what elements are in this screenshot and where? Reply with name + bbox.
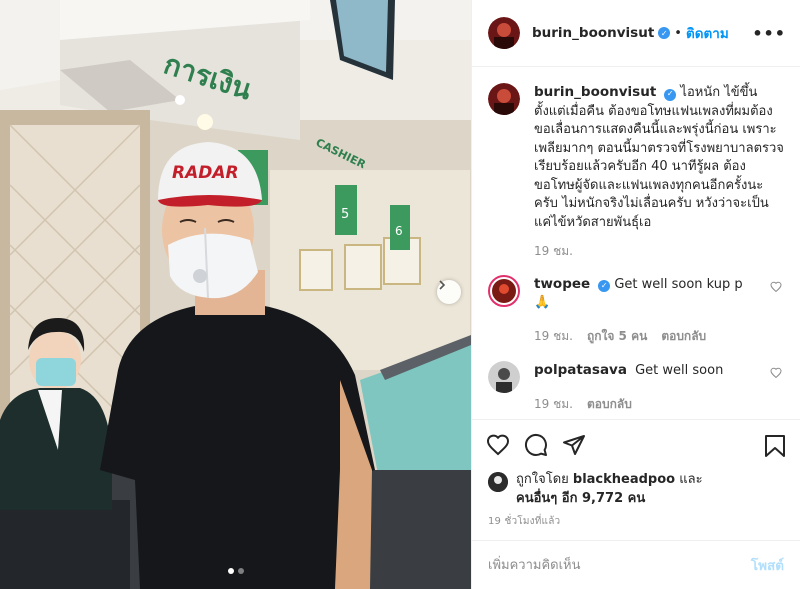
comment-text: Get well soon: [635, 363, 724, 379]
liker-username[interactable]: blackheadpoo: [573, 472, 675, 487]
counter-number: 6: [395, 224, 403, 238]
avatar-image: [488, 17, 520, 50]
comment-time[interactable]: 19 ชม.: [534, 395, 573, 414]
heart-icon[interactable]: [770, 281, 782, 293]
comment-input[interactable]: เพิ่มความคิดเห็น: [488, 554, 581, 575]
comment-username[interactable]: twopee: [534, 276, 590, 292]
avatar[interactable]: [488, 274, 520, 307]
reply-button[interactable]: ตอบกลับ: [587, 395, 632, 414]
carousel-next-button[interactable]: [437, 280, 461, 304]
comment-emoji: 🙏: [534, 295, 551, 311]
comment-meta: 19 ชม. ถูกใจ 5 คน ตอบกลับ: [534, 327, 784, 346]
post-side-panel: burin_boonvisut ✓ • ติดตาม ••• burin_boo: [471, 0, 800, 589]
bookmark-icon: [765, 434, 785, 457]
caption-time[interactable]: 19 ชม.: [534, 242, 573, 261]
post-comment-button[interactable]: โพสต์: [751, 554, 784, 576]
comments-list[interactable]: burin_boonvisut ✓ ไอหนัก ไข้ขึ้นตั้งแต่เม…: [472, 67, 800, 418]
carousel-dot: [237, 568, 244, 574]
follow-button[interactable]: ติดตาม: [686, 22, 729, 44]
post-timestamp[interactable]: 19 ชั่วโมงที่แล้ว: [472, 514, 800, 540]
avatar[interactable]: [488, 83, 520, 116]
likes-summary: ถูกใจโดย blackheadpoo และ คนอื่นๆ อีก 9,…: [472, 470, 800, 514]
caption-meta: 19 ชม.: [534, 242, 784, 261]
comment-username[interactable]: polpatasava: [534, 362, 627, 378]
avatar-image: [488, 472, 508, 493]
likes-others-link[interactable]: คนอื่นๆ อีก 9,772 คน: [516, 491, 645, 506]
heart-icon: [486, 434, 510, 456]
avatar[interactable]: [488, 17, 520, 50]
comment-text: Get well soon kup p: [614, 276, 743, 292]
comment-likes[interactable]: ถูกใจ 5 คน: [587, 327, 647, 346]
avatar-image: [492, 278, 516, 303]
share-icon: [563, 435, 585, 455]
verified-icon: ✓: [598, 280, 611, 293]
save-button[interactable]: [764, 434, 786, 462]
like-button[interactable]: [486, 433, 510, 457]
avatar[interactable]: [488, 472, 508, 493]
comment-item: twopee ✓ Get well soon kup p 🙏 19 ชม. ถูก…: [488, 274, 784, 346]
avatar[interactable]: [488, 361, 520, 394]
counter-number: 5: [341, 207, 349, 222]
avatar-image: [488, 361, 520, 394]
chevron-right-icon: [439, 280, 446, 290]
reply-button[interactable]: ตอบกลับ: [661, 327, 706, 346]
photo-illustration: การเงิน CASHIER 4 5 6: [0, 0, 471, 589]
caption-text: ไอหนัก ไข้ขึ้นตั้งแต่เมื่อคืน ต้องขอโทษแ…: [534, 85, 784, 230]
cap-logo-text: RADAR: [172, 163, 239, 183]
carousel-dot-active: [227, 568, 234, 574]
carousel-indicator: [0, 568, 471, 574]
likes-prefix: ถูกใจโดย: [516, 472, 569, 488]
comment-item: polpatasava Get well soon 19 ชม. ตอบกลับ: [488, 361, 784, 413]
likes-and: และ: [679, 472, 703, 488]
share-button[interactable]: [562, 433, 586, 457]
verified-icon: ✓: [658, 27, 671, 40]
comment-button[interactable]: [524, 433, 548, 457]
avatar-image: [488, 83, 520, 116]
post-header: burin_boonvisut ✓ • ติดตาม •••: [472, 0, 800, 68]
comment-meta: 19 ชม. ตอบกลับ: [534, 395, 784, 414]
more-icon[interactable]: •••: [752, 24, 786, 43]
comment-icon: [524, 433, 547, 456]
instagram-post-view: การเงิน CASHIER 4 5 6: [0, 0, 800, 589]
action-bar: [472, 418, 800, 470]
caption: burin_boonvisut ✓ ไอหนัก ไข้ขึ้นตั้งแต่เม…: [488, 83, 784, 261]
comment-time[interactable]: 19 ชม.: [534, 327, 573, 346]
separator-dot: •: [674, 25, 682, 41]
post-photo[interactable]: การเงิน CASHIER 4 5 6: [0, 0, 471, 589]
add-comment-bar: เพิ่มความคิดเห็น โพสต์: [472, 539, 800, 589]
caption-username[interactable]: burin_boonvisut: [534, 84, 656, 100]
heart-icon[interactable]: [770, 367, 782, 379]
post-author-username[interactable]: burin_boonvisut: [532, 25, 654, 41]
verified-icon: ✓: [664, 88, 677, 101]
